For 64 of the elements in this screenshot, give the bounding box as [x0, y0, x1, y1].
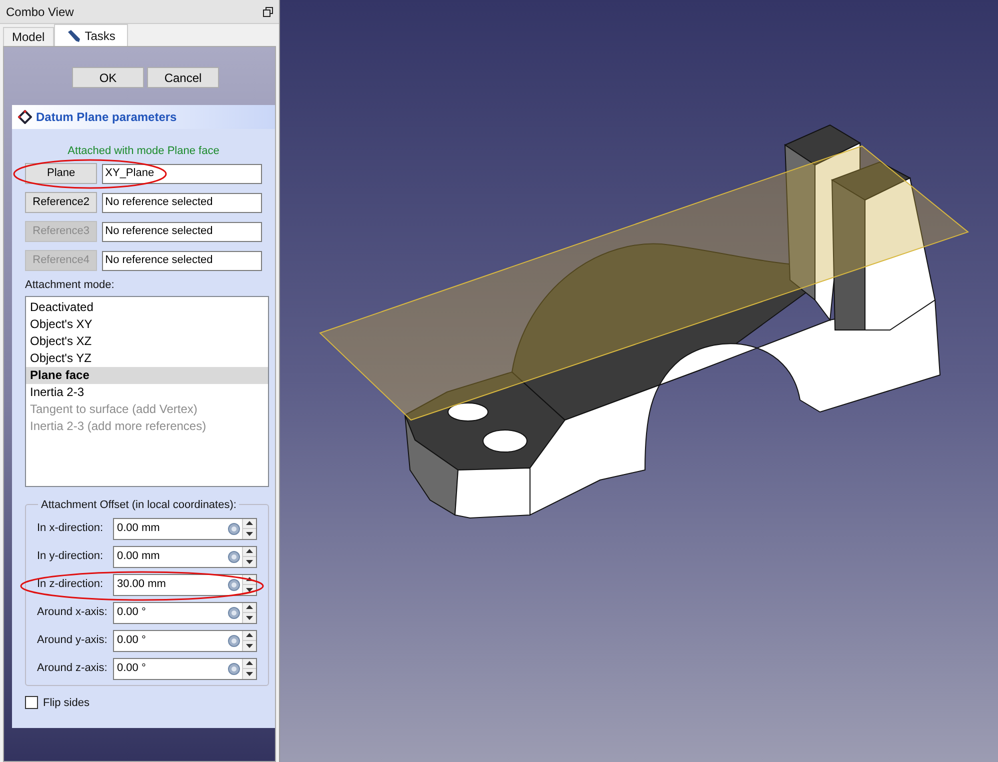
down-arrow-icon: [246, 588, 253, 592]
spin-up-button[interactable]: [243, 630, 256, 641]
field-label: Around x-axis:: [37, 605, 108, 620]
mode-list-item[interactable]: Inertia 2-3: [26, 384, 268, 400]
formula-icon[interactable]: [228, 550, 240, 562]
up-arrow-icon: [246, 633, 253, 638]
reference-button[interactable]: Reference2: [25, 192, 98, 213]
pencil-icon: [66, 28, 81, 42]
tab[interactable]: Tasks: [54, 24, 128, 46]
formula-icon[interactable]: [228, 634, 240, 646]
formula-icon[interactable]: [228, 606, 240, 618]
spin-down-button[interactable]: [243, 669, 256, 678]
spin-down-button[interactable]: [243, 557, 256, 566]
up-arrow-icon: [246, 549, 253, 554]
down-arrow-icon: [246, 616, 253, 620]
down-arrow-icon: [246, 532, 253, 536]
window-title: Combo View: [6, 4, 74, 20]
tab[interactable]: Model: [3, 27, 54, 46]
up-arrow-icon: [246, 521, 253, 526]
spin-down-button[interactable]: [243, 529, 256, 538]
up-arrow-icon: [246, 661, 253, 666]
mode-list-item[interactable]: Object's XY: [26, 316, 268, 332]
field-label: In x-direction:: [37, 521, 104, 536]
mode-list-item[interactable]: Deactivated: [26, 298, 268, 316]
dialog-button[interactable]: OK: [72, 67, 144, 88]
field-label: In z-direction:: [37, 577, 104, 592]
formula-icon[interactable]: [228, 578, 240, 590]
spin-field[interactable]: 30.00 mm: [113, 574, 257, 596]
spin-up-button[interactable]: [243, 658, 256, 669]
spin-up-button[interactable]: [243, 602, 256, 613]
down-arrow-icon: [246, 644, 253, 648]
mode-list-item[interactable]: Object's YZ: [26, 350, 268, 366]
formula-icon[interactable]: [228, 662, 240, 674]
spin-field[interactable]: 0.00 °: [113, 630, 257, 652]
reference-button[interactable]: Plane: [25, 163, 98, 184]
down-arrow-icon: [246, 560, 253, 564]
spin-field[interactable]: 0.00 mm: [113, 546, 257, 568]
reference-field[interactable]: No reference selected: [102, 192, 262, 212]
reference-field[interactable]: XY_Plane: [102, 164, 262, 184]
checkbox-label: Flip sides: [43, 696, 90, 710]
restore-icon[interactable]: [263, 6, 273, 16]
field-label: Around z-axis:: [37, 661, 108, 676]
datum-plane-icon: [18, 110, 32, 124]
spin-down-button[interactable]: [243, 641, 256, 650]
formula-icon[interactable]: [228, 522, 240, 534]
section-label: Attachment mode:: [25, 278, 116, 293]
dialog-button[interactable]: Cancel: [147, 67, 219, 88]
spin-field[interactable]: 0.00 mm: [113, 518, 257, 540]
mode-list-item[interactable]: Object's XZ: [26, 332, 268, 350]
field-label: Around y-axis:: [37, 633, 108, 648]
mode-list-item[interactable]: Plane face: [26, 366, 268, 384]
viewport-3d[interactable]: [280, 0, 998, 762]
field-label: In y-direction:: [37, 549, 104, 564]
spin-down-button[interactable]: [243, 613, 256, 622]
spin-field[interactable]: 0.00 °: [113, 658, 257, 680]
up-arrow-icon: [246, 577, 253, 582]
spin-field[interactable]: 0.00 °: [113, 602, 257, 624]
checkbox[interactable]: [25, 696, 38, 710]
down-arrow-icon: [246, 672, 253, 676]
status-text: Attached with mode Plane face: [66, 144, 220, 159]
up-arrow-icon: [246, 605, 253, 610]
spin-up-button[interactable]: [243, 518, 256, 529]
task-box-title: Datum Plane parameters: [36, 109, 177, 126]
spin-up-button[interactable]: [243, 546, 256, 557]
